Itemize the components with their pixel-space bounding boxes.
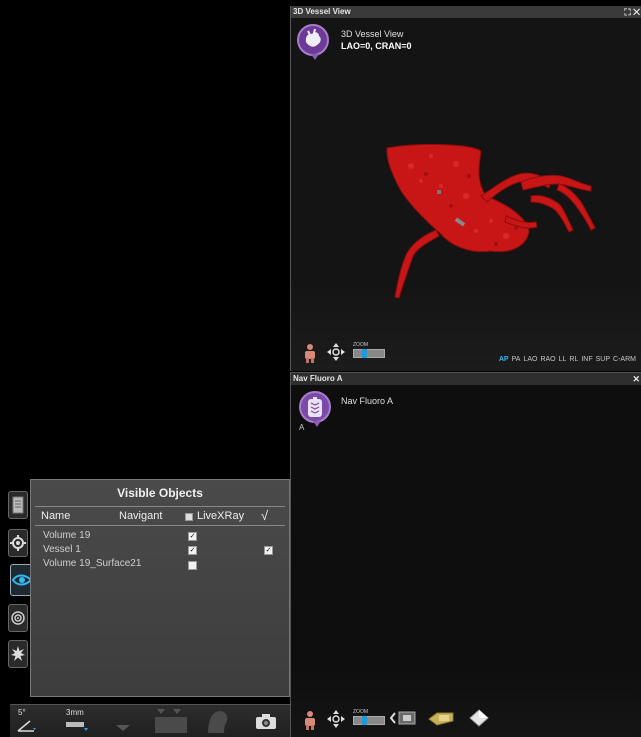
- livexray-header-checkbox[interactable]: [185, 513, 193, 521]
- split-view-icon[interactable]: [153, 707, 189, 735]
- pan-icon[interactable]: [327, 343, 345, 361]
- visible-objects-header: Name Navigant LiveXRay √: [35, 506, 285, 526]
- fluoro-capture-icon[interactable]: [427, 709, 455, 727]
- nav-fluoro-panel: Nav Fluoro A ✕ A Nav Fluoro A ZOOM: [290, 372, 641, 737]
- tab-target[interactable]: [8, 604, 28, 632]
- object-name: Vessel 1: [43, 544, 81, 555]
- navigant-checkbox[interactable]: ✓: [188, 532, 197, 541]
- vessel-render[interactable]: [291, 6, 641, 371]
- nav-fluoro-badge-letter: A: [299, 423, 305, 432]
- camera-icon[interactable]: [254, 711, 278, 731]
- view-button-inf[interactable]: INF: [581, 356, 592, 363]
- column-header-navigant[interactable]: Navigant: [119, 507, 162, 525]
- tab-magnet[interactable]: [8, 640, 28, 668]
- column-header-check[interactable]: √: [261, 507, 268, 525]
- patient-orientation-icon[interactable]: [301, 343, 319, 363]
- target-icon: [11, 611, 25, 625]
- list-item[interactable]: Vessel 1: [43, 543, 81, 557]
- patient-orientation-icon[interactable]: [301, 710, 319, 730]
- vessel-view-panel: 3D Vessel View ⛶ ✕ 3D Vessel View LAO=0,…: [290, 6, 641, 371]
- thickness-value: 3mm: [66, 708, 84, 717]
- visible-objects-panel: Visible Objects Name Navigant LiveXRay √…: [30, 479, 290, 697]
- column-header-name[interactable]: Name: [41, 507, 70, 525]
- view-button-rl[interactable]: RL: [569, 356, 578, 363]
- livexray-checkbox[interactable]: ✓: [264, 546, 273, 555]
- head-profile-icon[interactable]: [202, 707, 232, 735]
- list-item[interactable]: Volume 19: [43, 529, 90, 543]
- object-name: Volume 19: [43, 530, 91, 541]
- view-button-pa[interactable]: PA: [512, 356, 521, 363]
- angle-tool-icon[interactable]: [16, 717, 38, 733]
- zoom-label: ZOOM: [353, 342, 368, 348]
- previous-frame-icon[interactable]: [389, 709, 419, 727]
- nav-fluoro-view-name: Nav Fluoro A: [341, 396, 394, 406]
- visible-objects-title: Visible Objects: [117, 486, 203, 500]
- view-button-lao[interactable]: LAO: [523, 356, 537, 363]
- object-name: Volume 19_Surface21: [43, 558, 142, 569]
- document-stack-icon: [12, 496, 24, 514]
- navigant-checkbox[interactable]: [188, 561, 197, 570]
- zoom-label: ZOOM: [353, 709, 368, 715]
- view-button-rao[interactable]: RAO: [540, 356, 555, 363]
- nav-fluoro-panel-title: Nav Fluoro A: [293, 374, 343, 383]
- angle-value: 5°: [18, 708, 26, 717]
- orientation-buttons: AP PA LAO RAO LL RL INF SUP C-ARM: [496, 356, 636, 363]
- pan-icon[interactable]: [327, 710, 345, 728]
- view-button-c-arm[interactable]: C-ARM: [613, 356, 636, 363]
- chevron-down-icon[interactable]: [114, 723, 132, 733]
- view-button-ll[interactable]: LL: [559, 356, 567, 363]
- tab-settings[interactable]: [8, 529, 28, 557]
- slab-thickness-icon[interactable]: [64, 719, 90, 733]
- zoom-slider[interactable]: [353, 349, 385, 358]
- gear-icon: [10, 535, 26, 551]
- view-button-ap[interactable]: AP: [499, 356, 509, 363]
- diamond-icon[interactable]: [469, 709, 489, 727]
- zoom-slider[interactable]: [353, 716, 385, 725]
- fluoro-body-icon: [308, 397, 322, 417]
- view-button-sup[interactable]: SUP: [596, 356, 610, 363]
- zoom-slider-thumb[interactable]: [362, 716, 367, 725]
- tab-records[interactable]: [8, 491, 28, 519]
- list-item[interactable]: Volume 19_Surface21: [43, 557, 141, 571]
- nav-fluoro-titlebar: Nav Fluoro A ✕: [291, 373, 641, 385]
- zoom-slider-thumb[interactable]: [362, 349, 367, 358]
- bottom-toolbar: 5° 3mm: [10, 704, 290, 737]
- navigant-checkbox[interactable]: ✓: [188, 546, 197, 555]
- column-header-livexray[interactable]: LiveXRay: [197, 507, 244, 525]
- nav-fluoro-mode-icon[interactable]: [299, 391, 331, 427]
- starburst-icon: [11, 646, 25, 661]
- close-icon[interactable]: ✕: [632, 373, 640, 385]
